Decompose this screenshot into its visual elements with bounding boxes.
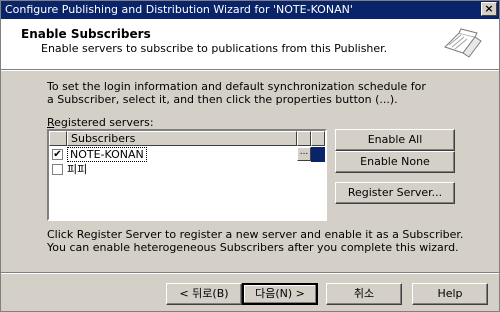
subscriber-row[interactable]: ✔ NOTE-KONAN ... — [49, 147, 325, 162]
page-subtitle: Enable servers to subscribe to publicati… — [41, 42, 388, 55]
subscriber-row[interactable]: 피피 — [49, 162, 325, 177]
register-server-button[interactable]: Register Server... — [335, 182, 455, 204]
blank-column-header — [311, 131, 325, 146]
subscriber-name: NOTE-KONAN — [67, 147, 147, 162]
header-divider — [1, 69, 499, 71]
enable-none-button[interactable]: Enable None — [335, 151, 455, 173]
next-button[interactable]: 다음(N) > — [242, 283, 318, 305]
window-title: Configure Publishing and Distribution Wi… — [5, 3, 353, 16]
footer-divider — [1, 272, 499, 274]
cancel-button[interactable]: 취소 — [326, 283, 402, 305]
intro-text: To set the login information and default… — [47, 80, 426, 106]
subscriber-checkbox[interactable]: ✔ — [52, 149, 63, 160]
enable-all-button[interactable]: Enable All — [335, 129, 455, 151]
subscribers-list[interactable]: Subscribers ✔ NOTE-KONAN ... 피피 — [47, 129, 327, 221]
subscribers-column-header[interactable]: Subscribers — [67, 131, 297, 146]
properties-button[interactable]: ... — [297, 147, 311, 161]
back-button[interactable]: < 뒤로(B) — [166, 283, 242, 305]
checkbox-column-header — [49, 131, 67, 146]
subscriber-checkbox[interactable] — [52, 164, 63, 175]
close-button[interactable]: × — [481, 2, 497, 16]
properties-column-header — [297, 131, 311, 146]
wizard-book-icon — [444, 28, 482, 58]
wizard-header: Enable Subscribers Enable servers to sub… — [1, 19, 499, 69]
page-title: Enable Subscribers — [21, 27, 151, 41]
selection-highlight — [311, 147, 325, 162]
help-button[interactable]: Help — [412, 283, 488, 305]
label-text: egistered servers: — [54, 116, 154, 129]
subscriber-name: 피피 — [67, 163, 88, 176]
footer-text: Click Register Server to register a new … — [47, 228, 464, 254]
title-bar: Configure Publishing and Distribution Wi… — [1, 1, 499, 19]
registered-servers-label: Registered servers: — [47, 116, 154, 129]
wizard-window: Configure Publishing and Distribution Wi… — [0, 0, 500, 312]
